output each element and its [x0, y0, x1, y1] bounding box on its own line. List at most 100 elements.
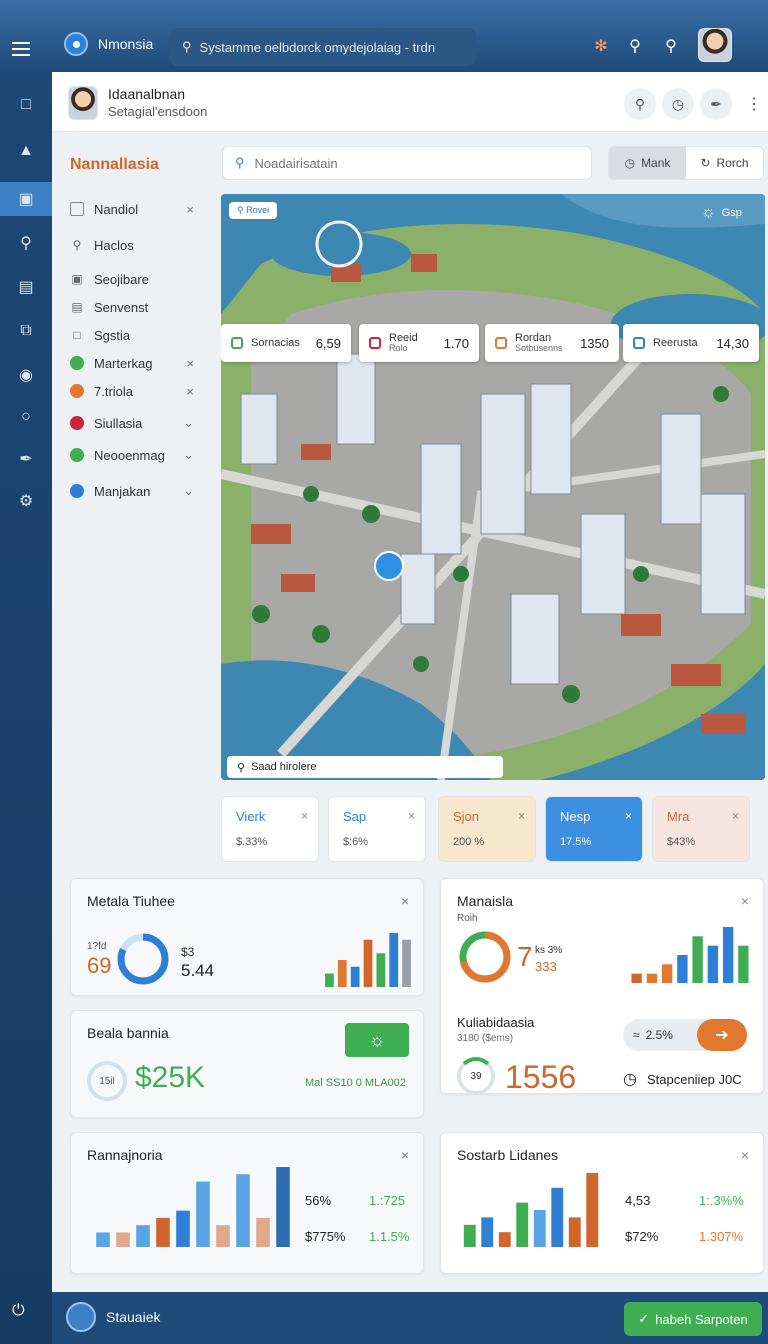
search-button[interactable]: ⚲: [624, 88, 656, 120]
nav-item[interactable]: Siullasia ⌄: [70, 412, 194, 434]
chip-labels: Sornacias: [251, 337, 300, 349]
nav-item[interactable]: 7.triola ×: [70, 380, 194, 402]
tile-label: Sap: [343, 809, 367, 824]
nav-item-label: Nandiol: [94, 201, 139, 217]
stat-tile[interactable]: Sap $:6% ×: [328, 796, 426, 862]
chip-value: 1350: [580, 335, 609, 351]
chip-icon: [231, 337, 243, 349]
nav-item-label: Marterkag: [94, 355, 153, 371]
close-icon[interactable]: ×: [301, 809, 308, 823]
user-avatar[interactable]: [698, 28, 732, 62]
arrow-right-icon[interactable]: ➔: [697, 1019, 747, 1051]
chip-label: Reerusta: [653, 336, 698, 349]
map-stat-chip[interactable]: Rordan Sotbusenns 1350: [485, 324, 619, 362]
globe-button[interactable]: ☼: [345, 1023, 409, 1057]
stat-tile[interactable]: Sjon 200 % ×: [438, 796, 536, 862]
nav-item[interactable]: Nandiol ×: [70, 198, 194, 220]
card-title: Manaisla: [457, 893, 514, 909]
profile-avatar[interactable]: [68, 86, 98, 120]
map-search-input[interactable]: [254, 155, 555, 171]
close-icon[interactable]: ×: [186, 356, 194, 371]
close-icon[interactable]: ×: [518, 809, 525, 823]
chip-value: 1.70: [443, 335, 469, 351]
map-badge[interactable]: ⚲ Rovei: [229, 202, 278, 219]
bar: [216, 1225, 230, 1247]
map-location-label[interactable]: ⚲ Saad hirolere: [227, 756, 503, 778]
city-map[interactable]: ⚲ Rovei ☼ Gsp Sornacias 6,59 Reeid Rolo 1.70 R…: [221, 194, 765, 780]
chevron-down-icon[interactable]: ⌄: [183, 447, 194, 463]
status-dot-icon: [70, 356, 84, 370]
map-stat-chip[interactable]: Sornacias 6,59: [221, 324, 351, 362]
nav-item[interactable]: Neooenmag ⌄: [70, 444, 194, 466]
layers-icon[interactable]: ⧉: [0, 314, 52, 348]
map-stat-chip[interactable]: Reerusta 14,30: [623, 324, 759, 362]
profile-header: Idaanalbnan Setagial'ensdoon ⚲ ◷ ✒ ⋮: [52, 72, 768, 132]
trend-pill[interactable]: ≈ 2.5% ➔: [623, 1019, 747, 1051]
tools-icon[interactable]: ✒: [0, 442, 52, 476]
more-icon[interactable]: ⋮: [746, 94, 762, 114]
toggle-search[interactable]: ↻ Rorch: [686, 147, 763, 179]
circle-icon[interactable]: ○: [0, 400, 52, 434]
menu-icon[interactable]: [12, 42, 30, 56]
notification-icon[interactable]: ✻: [590, 36, 612, 58]
nav-icon: ▣: [71, 272, 83, 286]
footer-brand[interactable]: Stauaiek: [66, 1302, 160, 1332]
nav-item[interactable]: ▤ Senvenst: [70, 296, 194, 318]
toggle-map[interactable]: ◷ Mank: [609, 147, 686, 179]
map-location-text: Saad hirolere: [251, 761, 317, 773]
close-icon[interactable]: ×: [625, 809, 632, 823]
chip-sub: Rolo: [389, 343, 408, 354]
nav-item-label: Seojibare: [94, 271, 149, 287]
tools-button[interactable]: ✒: [700, 88, 732, 120]
progress-circle: 15il: [87, 1061, 127, 1101]
close-icon[interactable]: ×: [732, 809, 739, 823]
search-icon[interactable]: ⚲: [0, 226, 52, 260]
close-icon[interactable]: ×: [741, 893, 749, 909]
nav-item[interactable]: Manjakan ⌄: [70, 480, 194, 502]
metric-value-2: 1.1.5%: [369, 1229, 410, 1244]
close-icon[interactable]: ×: [741, 1147, 749, 1163]
card-value: 333: [535, 959, 557, 974]
nav-item[interactable]: ⚲ Haclos: [70, 234, 194, 256]
document-icon[interactable]: ▤: [0, 270, 52, 304]
close-icon[interactable]: ×: [186, 202, 194, 217]
help-icon[interactable]: ⚲: [660, 36, 682, 58]
nav-item[interactable]: Marterkag ×: [70, 352, 194, 374]
globe-icon: ☼: [368, 1029, 386, 1050]
power-icon[interactable]: ⏻: [12, 1302, 25, 1320]
toggle-map-label: Mank: [641, 156, 671, 170]
map-layer-button[interactable]: ☼ Gsp: [701, 204, 742, 222]
bar: [533, 1210, 546, 1247]
card-metala: Metala Tiuhee × 1?fd 69 $3 5.44: [70, 878, 424, 996]
close-icon[interactable]: ×: [408, 809, 415, 823]
nav-item[interactable]: □ Sgstia: [70, 324, 194, 346]
chevron-down-icon[interactable]: ⌄: [183, 483, 194, 499]
global-search[interactable]: ⚲ Systamme oelbdorck omydejolaiag - trdn: [170, 28, 476, 66]
support-button[interactable]: ✓ habeh Sarpoten: [624, 1302, 762, 1336]
nav-icon: □: [73, 328, 81, 342]
target-icon[interactable]: ◉: [0, 358, 52, 392]
home-icon[interactable]: □: [0, 88, 52, 122]
user-icon[interactable]: ▲: [0, 134, 52, 168]
stat-tile[interactable]: Nesp 17.5% ×: [545, 796, 643, 862]
brand[interactable]: Nmonsia: [64, 32, 153, 56]
nav-item[interactable]: ▣ Seojibare: [70, 268, 194, 290]
chip-label: Sornacias: [251, 336, 300, 349]
tile-label: Mra: [667, 809, 690, 824]
gear-icon[interactable]: ⚙: [0, 484, 52, 518]
close-icon[interactable]: ×: [186, 384, 194, 399]
stat-tile[interactable]: Mra $43% ×: [652, 796, 750, 862]
trend-value: 2.5%: [645, 1028, 673, 1042]
building-icon[interactable]: ▣: [0, 182, 52, 216]
map-search[interactable]: ⚲: [222, 146, 592, 180]
search-icon[interactable]: ⚲: [624, 36, 646, 58]
map-stat-chip[interactable]: Reeid Rolo 1.70: [359, 324, 479, 362]
chip-value: 14,30: [716, 335, 749, 351]
close-icon[interactable]: ×: [401, 1147, 409, 1163]
card-big-value: 7: [517, 941, 533, 972]
chevron-down-icon[interactable]: ⌄: [183, 415, 194, 431]
stat-tile[interactable]: Vierk $.33% ×: [221, 796, 319, 862]
history-button[interactable]: ◷: [662, 88, 694, 120]
close-icon[interactable]: ×: [401, 893, 409, 909]
metric-label-2: $72%: [625, 1229, 659, 1244]
